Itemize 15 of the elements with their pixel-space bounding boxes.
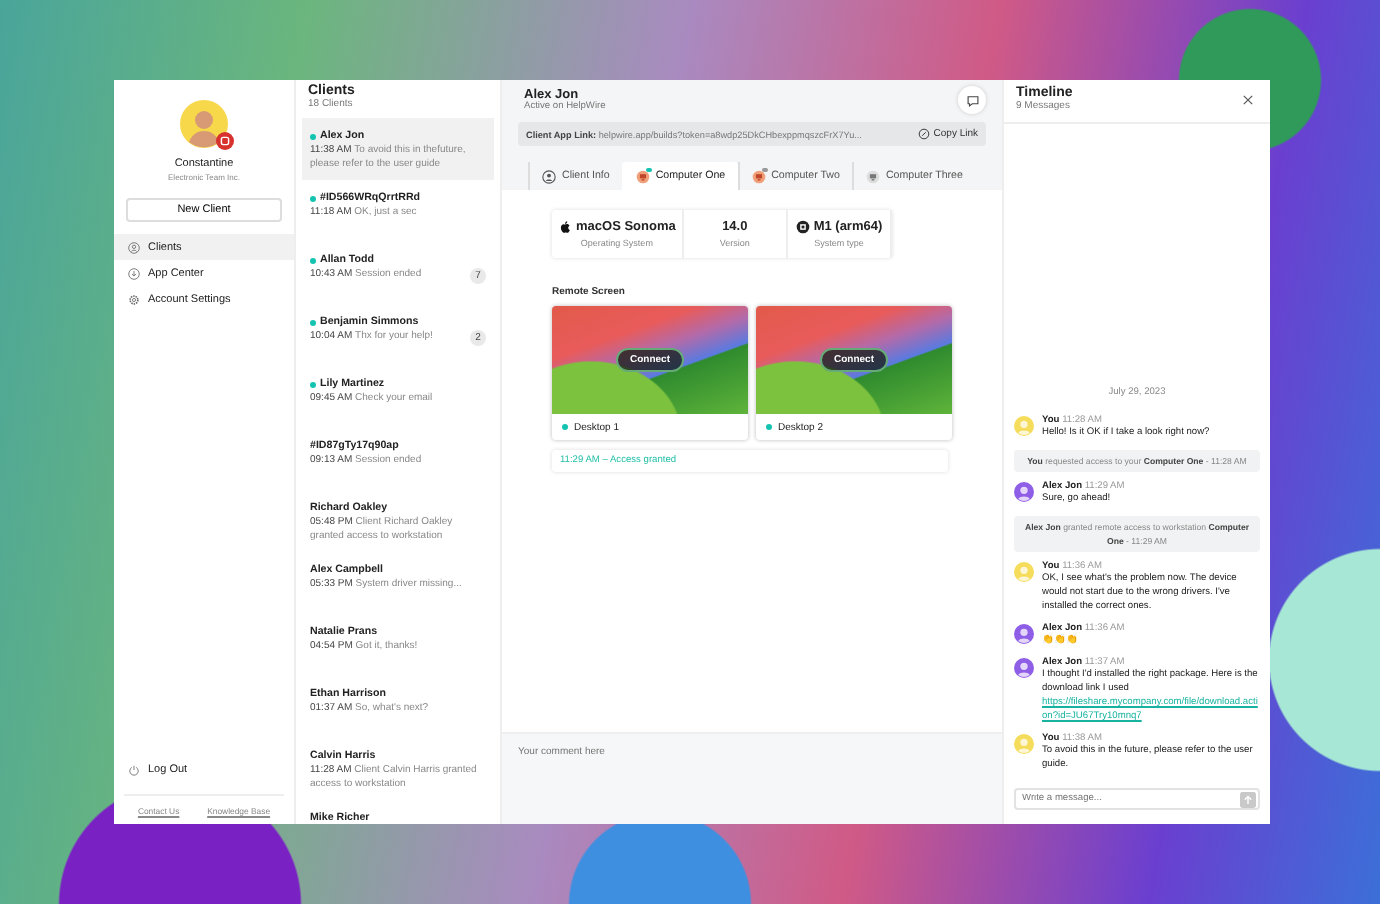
close-icon[interactable] — [1242, 94, 1254, 106]
power-icon — [128, 763, 140, 775]
avatar-icon — [180, 100, 228, 148]
chip-icon — [795, 220, 810, 234]
person-icon — [542, 169, 556, 183]
download-icon — [128, 267, 140, 279]
computer-icon — [865, 169, 880, 183]
chat-icon — [965, 93, 979, 107]
settings-icon — [128, 293, 140, 305]
person-icon — [128, 241, 140, 253]
chat-button[interactable] — [958, 86, 986, 114]
apple-icon — [558, 220, 572, 234]
computer-icon — [635, 169, 650, 183]
status-badge-icon — [216, 132, 234, 150]
computer-icon — [751, 169, 766, 183]
